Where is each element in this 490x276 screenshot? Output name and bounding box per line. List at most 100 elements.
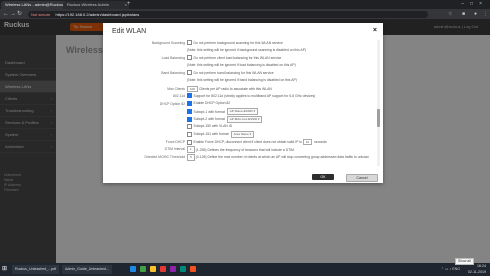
field-label: DTIM Interval — [164, 147, 185, 152]
checkbox[interactable] — [187, 139, 192, 145]
cancel-button[interactable]: Cancel — [346, 174, 378, 182]
field-label: 802.11d — [172, 94, 185, 99]
url-field[interactable]: Not secure https://192.168.0.2/admin/das… — [28, 10, 428, 18]
security-warning[interactable]: Not secure — [31, 12, 50, 17]
text-input[interactable]: 100 — [187, 85, 199, 93]
checkbox[interactable] — [187, 131, 192, 137]
dialog-row: Directed MC/BC Threshold 5 (0-128) Define… — [107, 154, 375, 162]
windows-start-icon[interactable]: ⊞ — [2, 266, 7, 273]
text-input[interactable]: 5 — [187, 154, 195, 161]
checkbox[interactable] — [187, 40, 192, 45]
field-control: Do not perform client load balancing for… — [187, 55, 282, 61]
show-all-downloads-link[interactable]: Show all — [455, 258, 474, 265]
app-icon[interactable] — [170, 266, 176, 272]
chevron-down-icon: ▾ — [257, 117, 260, 121]
field-control: 5 (0-128) Define the max number of clien… — [187, 154, 369, 161]
field-control: 100 Clients per AP radio to associate wi… — [187, 85, 272, 93]
format-select[interactable]: Area Name ▾ — [230, 131, 255, 138]
field-text: (Note: this setting will be ignored if l… — [187, 62, 296, 67]
checkbox[interactable] — [187, 70, 192, 76]
ok-button[interactable]: OK — [312, 174, 334, 180]
field-text: Subopt-1 with format — [193, 109, 225, 114]
reload-icon[interactable]: ↻ — [17, 10, 22, 18]
field-label: Band Balancing — [161, 71, 185, 76]
address-bar: ← → ↻ Not secure https://192.168.0.2/adm… — [0, 9, 490, 19]
download-label: Ruckus_Unleashed_...pdf — [15, 267, 57, 271]
checkbox[interactable] — [187, 55, 192, 61]
field-text: Support for 802.11d (strictly applies to… — [193, 93, 316, 98]
field-label: Directed MC/BC Threshold — [144, 155, 185, 159]
field-control: Do not perform background scanning for t… — [187, 40, 283, 45]
field-control: (Note: this setting will be ignored if b… — [187, 48, 306, 52]
system-tray[interactable]: ⌃ ▭ ♪ ENG — [441, 267, 460, 271]
chrome-icon[interactable] — [190, 266, 196, 272]
field-label: Load Balancing — [161, 56, 185, 61]
close-icon[interactable]: × — [373, 27, 377, 34]
edit-wlan-dialog: Edit WLAN × Background Scanning Do not pe… — [103, 23, 383, 183]
field-control: Subopt-151 with format Area Name ▾ — [187, 131, 255, 138]
field-text: (1-255) Defines the frequency of beacons… — [195, 147, 295, 152]
app-icon[interactable] — [160, 266, 166, 272]
text-input[interactable]: 1 — [187, 146, 195, 153]
explorer-icon[interactable] — [130, 266, 136, 272]
field-suffix: seconds — [314, 140, 327, 145]
checkbox[interactable] — [187, 123, 192, 129]
field-control: Enable Force DHCP, disconnect client if … — [187, 138, 327, 146]
checkbox[interactable] — [187, 116, 192, 122]
field-text: Do not perform band balancing for this W… — [193, 70, 274, 75]
field-text: (0-128) Define the max number of clients… — [195, 155, 369, 160]
extension-icon[interactable]: ■ — [462, 10, 465, 18]
clock-date: 02-11-2019 — [467, 269, 486, 274]
field-label: Force DHCP — [165, 139, 185, 144]
taskbar: ⊞ Ruckus_Unleashed_...pdf Admin_Guide_Un… — [0, 263, 490, 276]
back-icon[interactable]: ← — [3, 10, 9, 18]
select-value: AP-Name:ESSID — [229, 109, 253, 114]
field-label: DHCP Option 82 — [159, 101, 185, 106]
download-item-2[interactable]: Admin_Guide_Unleashed... — [62, 265, 112, 274]
field-text: Do not perform background scanning for t… — [193, 40, 283, 45]
select-value: Area Name — [233, 132, 249, 137]
profile-icon[interactable]: ● — [474, 10, 477, 18]
clock[interactable]: 16:24 02-11-2019 — [468, 264, 486, 275]
field-control: Enable DHCP Option 82 — [187, 100, 231, 106]
dialog-title: Edit WLAN — [112, 28, 147, 35]
chevron-down-icon: ▾ — [248, 132, 252, 137]
field-control: (Note: this setting will be ignored if b… — [187, 78, 297, 82]
select-value: AP-MAC-hex:ESSID — [229, 117, 258, 121]
folder-icon[interactable] — [150, 266, 156, 272]
checkbox[interactable] — [187, 93, 192, 99]
field-label: Background Scanning — [151, 41, 185, 45]
checkbox[interactable] — [187, 100, 192, 106]
forward-icon[interactable]: → — [10, 10, 16, 18]
field-control: Support for 802.11d (strictly applies to… — [187, 93, 316, 99]
url-text: https://192.168.0.2/admin/dashboard.jsp#… — [55, 11, 140, 17]
browser-tab-bar: Wireless LANs - admin@Ruckus × Ruckus Wi… — [0, 0, 490, 9]
field-text: Subopt-150 with VLAN ID — [193, 124, 233, 129]
format-select[interactable]: AP-MAC-hex:ESSID ▾ — [226, 116, 263, 123]
new-tab-icon[interactable]: + — [127, 1, 131, 8]
field-text: Enable DHCP Option 82 — [193, 101, 231, 106]
field-control: Subopt-2 with format AP-MAC-hex:ESSID ▾ — [187, 116, 263, 123]
dialog-body: Background Scanning Do not perform backgr… — [107, 40, 377, 166]
app-icon[interactable] — [140, 266, 146, 272]
window-controls[interactable]: –□× — [461, 0, 488, 9]
browser-tab-wlans[interactable]: Wireless LANs - admin@Ruckus × — [1, 1, 67, 9]
download-item-1[interactable]: Ruckus_Unleashed_...pdf — [12, 265, 60, 274]
menu-icon[interactable]: ⋮ — [483, 10, 488, 18]
bookmark-star-icon[interactable]: ☆ — [448, 10, 452, 18]
field-control: 1 (1-255) Defines the frequency of beaco… — [187, 146, 294, 153]
scrollbar-thumb[interactable] — [377, 109, 380, 128]
field-text: (Note: this setting will be ignored if b… — [187, 47, 307, 52]
checkbox[interactable] — [187, 109, 192, 115]
app-icon[interactable] — [180, 266, 186, 272]
field-control: Subopt-150 with VLAN ID — [187, 123, 233, 129]
field-control: (Note: this setting will be ignored if l… — [187, 63, 296, 67]
browser-tab-admin[interactable]: Ruckus Wireless Admin × — [63, 1, 129, 9]
field-text: Do not perform client load balancing for… — [193, 55, 282, 60]
field-label: Max Clients — [167, 86, 185, 91]
field-control: Subopt-1 with format AP-Name:ESSID ▾ — [187, 108, 258, 115]
text-input[interactable]: 10 — [302, 138, 313, 146]
dialog-scrollbar[interactable] — [377, 40, 380, 166]
format-select[interactable]: AP-Name:ESSID ▾ — [226, 108, 258, 115]
chevron-down-icon: ▾ — [252, 109, 255, 114]
